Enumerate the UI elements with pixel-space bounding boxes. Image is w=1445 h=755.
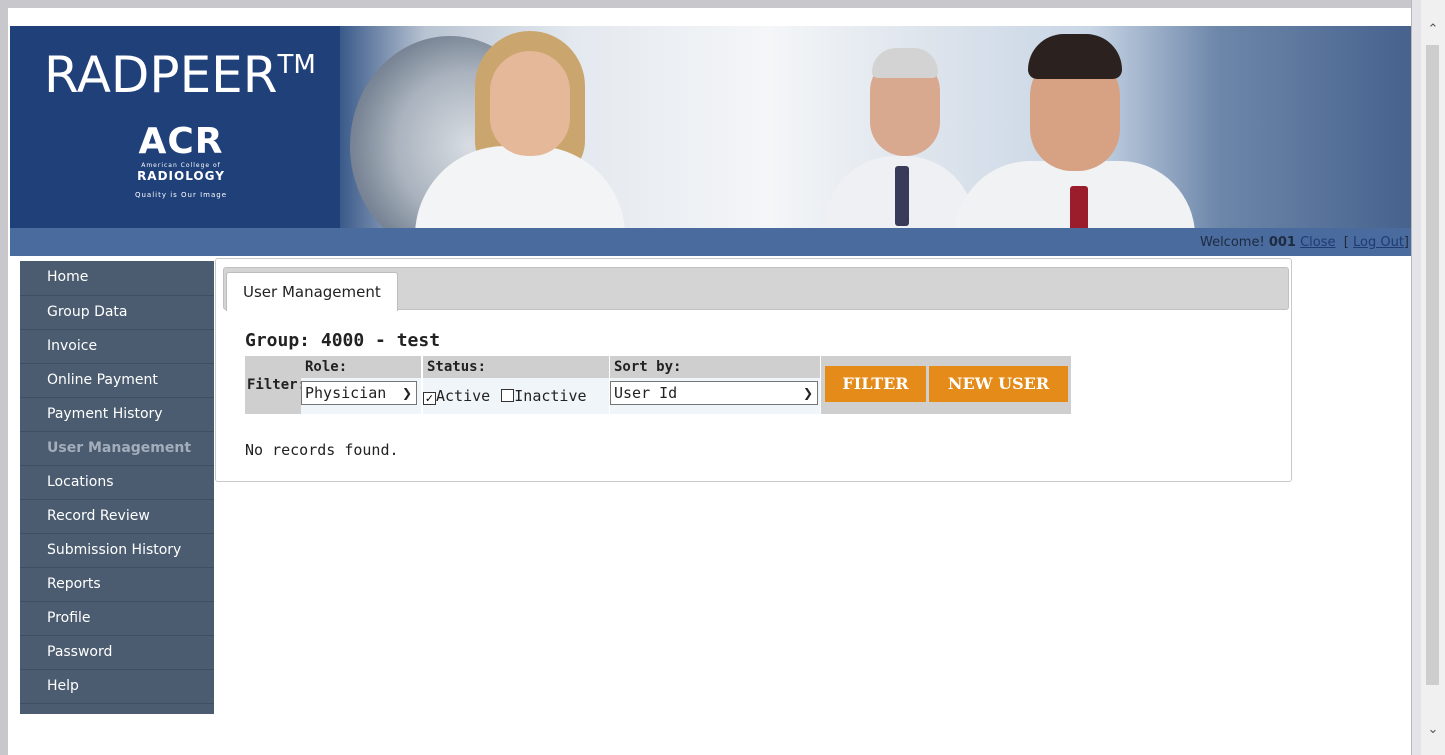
inactive-label: Inactive <box>514 387 587 405</box>
window-left-border <box>0 0 8 755</box>
tab-strip: User Management <box>223 267 1289 311</box>
scroll-down-arrow-icon[interactable]: ⌄ <box>1421 718 1445 742</box>
sidebar-item-home[interactable]: Home <box>20 261 214 296</box>
filter-actions: FILTER NEW USER <box>821 356 1071 414</box>
main-panel: User Management Group: 4000 - test Filte… <box>215 258 1292 482</box>
chevron-down-icon: ❯ <box>401 386 412 400</box>
window-top-border <box>0 0 1418 8</box>
filter-button[interactable]: FILTER <box>825 366 926 402</box>
sidebar-item-help[interactable]: Help <box>20 670 214 704</box>
scroll-up-arrow-icon[interactable]: ⌃ <box>1421 18 1445 42</box>
tab-user-management[interactable]: User Management <box>226 272 398 311</box>
sidebar-item-payment-history[interactable]: Payment History <box>20 398 214 432</box>
role-select-value: Physician <box>305 384 387 402</box>
new-user-button[interactable]: NEW USER <box>929 366 1068 402</box>
sort-select[interactable]: User Id ❯ <box>610 381 818 405</box>
close-link[interactable]: Close <box>1300 235 1335 250</box>
status-filter: Status: ✓ Active Inactive <box>423 356 609 414</box>
inactive-checkbox[interactable] <box>501 389 515 402</box>
sidebar-item-reports[interactable]: Reports <box>20 568 214 602</box>
logout-link[interactable]: Log Out <box>1353 235 1404 250</box>
empty-message: No records found. <box>245 441 399 459</box>
active-checkbox[interactable]: ✓ <box>423 392 436 405</box>
sidebar-item-record-review[interactable]: Record Review <box>20 500 214 534</box>
welcome-user-id: 001 <box>1268 235 1296 250</box>
sidebar-item-locations[interactable]: Locations <box>20 466 214 500</box>
sidebar-item-invoice[interactable]: Invoice <box>20 330 214 364</box>
role-header: Role: <box>301 356 421 378</box>
role-select[interactable]: Physician ❯ <box>301 381 417 405</box>
sidebar-nav: Home Group Data Invoice Online Payment P… <box>20 261 214 714</box>
sort-header: Sort by: <box>610 356 820 378</box>
sidebar-item-user-management[interactable]: User Management <box>20 432 214 466</box>
sidebar-item-online-payment[interactable]: Online Payment <box>20 364 214 398</box>
brand-area: RADPEERTM ACR American College of RADIOL… <box>10 26 340 228</box>
filter-label: Filter: <box>245 356 306 414</box>
sidebar-item-profile[interactable]: Profile <box>20 602 214 636</box>
page-title: Group: 4000 - test <box>245 330 441 351</box>
welcome-message: Welcome! 001 Close [ Log Out] <box>1199 235 1409 250</box>
scroll-thumb[interactable] <box>1426 45 1439 685</box>
status-header: Status: <box>423 356 609 378</box>
sidebar-item-password[interactable]: Password <box>20 636 214 670</box>
sort-filter: Sort by: User Id ❯ <box>610 356 820 414</box>
chevron-down-icon: ❯ <box>802 386 813 400</box>
sort-select-value: User Id <box>614 384 678 402</box>
vertical-scrollbar[interactable]: ⌃ ⌄ <box>1421 0 1445 755</box>
sidebar-item-submission-history[interactable]: Submission History <box>20 534 214 568</box>
page-header: RADPEERTM ACR American College of RADIOL… <box>10 26 1411 228</box>
welcome-greeting: Welcome! <box>1199 235 1265 250</box>
role-filter: Role: Physician ❯ <box>301 356 421 414</box>
acr-logo: ACR American College of RADIOLOGY Qualit… <box>134 121 228 200</box>
sidebar-item-group-data[interactable]: Group Data <box>20 296 214 330</box>
app-logo-text: RADPEERTM <box>44 46 316 104</box>
active-label: Active <box>436 387 491 405</box>
header-banner-image <box>340 26 1411 228</box>
